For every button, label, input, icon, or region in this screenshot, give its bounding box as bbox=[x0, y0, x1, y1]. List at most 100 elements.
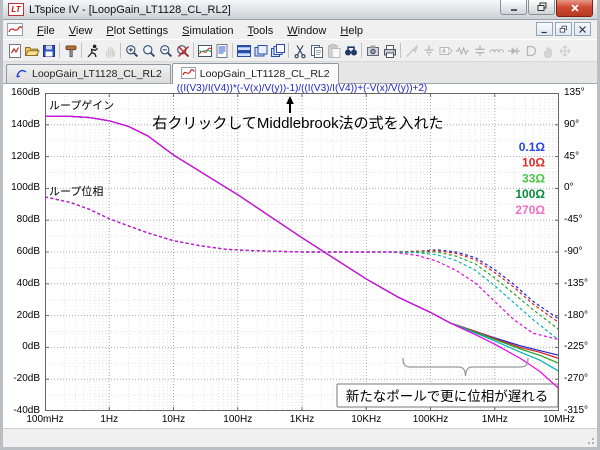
menu-file[interactable]: File bbox=[30, 23, 62, 39]
paste-icon bbox=[326, 43, 342, 59]
component-icon bbox=[523, 43, 539, 59]
autorange-icon bbox=[197, 43, 213, 59]
zoom-in-button[interactable] bbox=[123, 42, 140, 60]
y-left-tick: 80dB bbox=[3, 214, 43, 226]
waveform-plot[interactable]: 新たなポールで更に位相が遅れるループゲインループ位相右クリックしてMiddleb… bbox=[45, 93, 559, 411]
resistor-button bbox=[454, 42, 471, 60]
x-axis-tick: 1MHz bbox=[463, 414, 527, 425]
drag-button bbox=[556, 42, 573, 60]
label-net-icon bbox=[438, 43, 454, 59]
y-right-tick: 0° bbox=[562, 182, 596, 194]
new-schematic-icon bbox=[7, 43, 23, 59]
y-right-tick: 45° bbox=[562, 151, 596, 163]
inductor-button bbox=[488, 42, 505, 60]
tab-2-active[interactable]: LoopGain_LT1128_CL_RL2 bbox=[172, 63, 339, 84]
toolbar-separator bbox=[120, 43, 121, 58]
run-icon bbox=[85, 43, 101, 59]
y-left-tick: 20dB bbox=[3, 310, 43, 322]
tab-1[interactable]: LoopGain_LT1128_CL_RL2 bbox=[6, 64, 171, 83]
mdi-minimize-button[interactable] bbox=[536, 22, 553, 36]
underbrace-annotation bbox=[403, 358, 528, 376]
control-panel-icon bbox=[63, 43, 79, 59]
cut-button[interactable] bbox=[291, 42, 308, 60]
gain-trace-0.1Ω bbox=[45, 116, 559, 355]
toolbar-separator bbox=[361, 43, 362, 58]
y-right-tick: -180° bbox=[562, 310, 596, 322]
resize-grip[interactable] bbox=[584, 434, 596, 446]
copy-bitmap-icon bbox=[365, 43, 381, 59]
control-panel-button[interactable] bbox=[62, 42, 79, 60]
label-net-button bbox=[437, 42, 454, 60]
x-axis-tick: 100KHz bbox=[399, 414, 463, 425]
netlist-button[interactable] bbox=[213, 42, 230, 60]
x-axis-tick: 1KHz bbox=[270, 414, 334, 425]
tile-horizontal-button[interactable] bbox=[235, 42, 252, 60]
menu-view[interactable]: View bbox=[62, 23, 100, 39]
legend: 0.1Ω10Ω33Ω100Ω270Ω bbox=[515, 140, 545, 217]
zoom-full-button[interactable] bbox=[174, 42, 191, 60]
move-button bbox=[539, 42, 556, 60]
save-icon bbox=[41, 43, 57, 59]
waveform-doc-icon bbox=[7, 23, 24, 37]
title-bar[interactable]: LT LTspice IV - [LoopGain_LT1128_CL_RL2] bbox=[3, 0, 597, 20]
ground-button bbox=[420, 42, 437, 60]
x-axis-tick: 100Hz bbox=[206, 414, 270, 425]
top-note-text: 右クリックしてMiddlebrook法の式を入れた bbox=[152, 115, 443, 132]
paste-button bbox=[325, 42, 342, 60]
resistor-icon bbox=[455, 43, 471, 59]
menu-plot-settings[interactable]: Plot Settings bbox=[99, 23, 175, 39]
diode-button bbox=[505, 42, 522, 60]
copy-icon bbox=[309, 43, 325, 59]
wire-button bbox=[403, 42, 420, 60]
tile-horizontal-icon bbox=[236, 43, 252, 59]
autorange-button[interactable] bbox=[196, 42, 213, 60]
close-button[interactable] bbox=[556, 0, 593, 17]
zoom-area-icon bbox=[141, 43, 157, 59]
tab-bar: LoopGain_LT1128_CL_RL2 LoopGain_LT1128_CL… bbox=[3, 62, 597, 84]
print-button[interactable] bbox=[381, 42, 398, 60]
toolbar bbox=[3, 39, 597, 62]
legend-entry: 33Ω bbox=[522, 171, 545, 185]
y-left-tick: 160dB bbox=[3, 87, 43, 99]
bottom-note-text: 新たなポールで更に位相が遅れる bbox=[346, 389, 549, 404]
new-schematic-button[interactable] bbox=[6, 42, 23, 60]
tile-vertical-button[interactable] bbox=[252, 42, 269, 60]
restore-button[interactable] bbox=[528, 0, 555, 15]
minimize-button[interactable] bbox=[500, 0, 527, 15]
y-right-tick: -135° bbox=[562, 278, 596, 290]
netlist-icon bbox=[214, 43, 230, 59]
toolbar-separator bbox=[400, 43, 401, 58]
window-controls bbox=[499, 0, 593, 17]
menu-tools[interactable]: Tools bbox=[241, 23, 281, 39]
mdi-restore-button[interactable] bbox=[555, 22, 572, 36]
capacitor-icon bbox=[472, 43, 488, 59]
y-right-tick: 135° bbox=[562, 87, 596, 99]
y-left-tick: -20dB bbox=[3, 373, 43, 385]
open-button[interactable] bbox=[23, 42, 40, 60]
menu-window[interactable]: Window bbox=[280, 23, 333, 39]
copy-button[interactable] bbox=[308, 42, 325, 60]
gain-curve-label: ループゲイン bbox=[49, 99, 114, 112]
mdi-close-button[interactable] bbox=[574, 22, 591, 36]
capacitor-button bbox=[471, 42, 488, 60]
menu-bar: FileViewPlot SettingsSimulationToolsWind… bbox=[3, 20, 597, 39]
copy-bitmap-button[interactable] bbox=[364, 42, 381, 60]
run-button[interactable] bbox=[84, 42, 101, 60]
menu-help[interactable]: Help bbox=[333, 23, 370, 39]
tab-label: LoopGain_LT1128_CL_RL2 bbox=[32, 68, 162, 80]
zoom-area-button[interactable] bbox=[140, 42, 157, 60]
save-button[interactable] bbox=[40, 42, 57, 60]
zoom-full-icon bbox=[175, 43, 191, 59]
toolbar-separator bbox=[288, 43, 289, 58]
y-left-tick: 120dB bbox=[3, 151, 43, 163]
legend-entry: 270Ω bbox=[515, 203, 545, 217]
cascade-button[interactable] bbox=[269, 42, 286, 60]
plot-panel: ((I(V3)/I(V4))*(-V(x)/V(y))-1)/((I(V3)/I… bbox=[3, 84, 597, 428]
ltspice-window: LT LTspice IV - [LoopGain_LT1128_CL_RL2]… bbox=[0, 0, 600, 450]
tile-vertical-icon bbox=[253, 43, 269, 59]
x-axis-tick: 100mHz bbox=[13, 414, 77, 425]
find-button[interactable] bbox=[342, 42, 359, 60]
zoom-out-button[interactable] bbox=[157, 42, 174, 60]
x-axis-tick: 10KHz bbox=[334, 414, 398, 425]
menu-simulation[interactable]: Simulation bbox=[175, 23, 240, 39]
